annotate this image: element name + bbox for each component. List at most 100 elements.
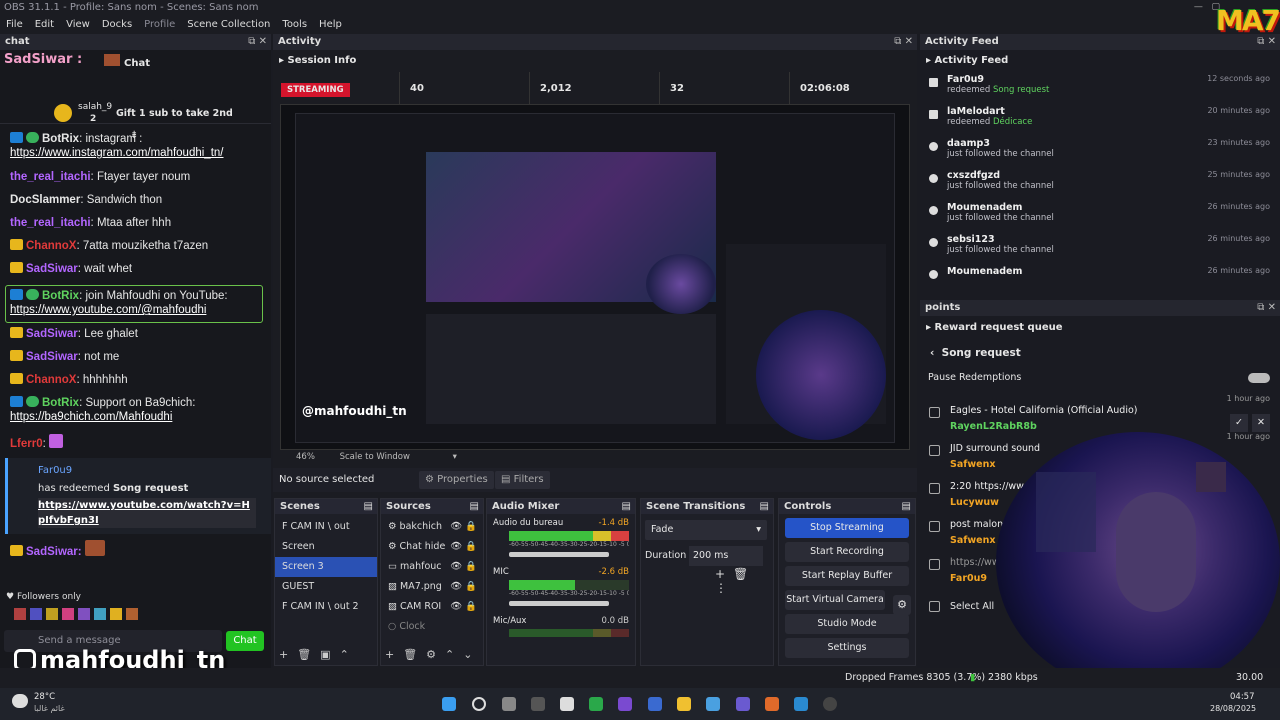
source-item[interactable]: ⚙ bakchich 👁 🔒 — [381, 517, 483, 537]
chat-link[interactable]: https://ba9chich.com/Mahfoudhi — [10, 411, 172, 423]
dock-float-close-icon[interactable]: ⧉ ✕ — [1257, 34, 1276, 50]
widgets-icon[interactable] — [531, 697, 545, 711]
feed-item: Moumenadem 26 minutes ago — [920, 264, 1280, 282]
scene-item[interactable]: F CAM IN \ out 2 — [275, 597, 377, 617]
taskview-icon[interactable] — [502, 697, 516, 711]
source-item[interactable]: ⚙ Chat hide 👁 🔒 — [381, 537, 483, 557]
dock-float-close-icon[interactable]: ⧉ ✕ — [1257, 300, 1276, 316]
request-checkbox[interactable] — [929, 407, 940, 418]
gear-icon[interactable]: ⚙ — [893, 595, 911, 615]
redeem-link[interactable]: https://www.youtube.com/watch?v=HpIfvbFg… — [38, 498, 256, 528]
chat-message: SadSiwar: Lee ghalet — [0, 327, 271, 350]
status-bar: Dropped Frames 8305 (3.7%) ▮ 2380 kbps 3… — [0, 668, 1280, 703]
menu-view[interactable]: View — [66, 16, 90, 34]
approve-icon[interactable]: ✓ — [1230, 414, 1248, 432]
scene-toolbar-icons[interactable]: +🗑▣⌃ — [279, 648, 358, 661]
chat-link[interactable]: https://www.youtube.com/@mahfoudhi — [10, 304, 206, 316]
heart-icon — [929, 142, 938, 151]
scene-item-selected[interactable]: Screen 3 — [275, 557, 377, 577]
source-item[interactable]: ▭ mahfouc 👁 🔒 — [381, 557, 483, 577]
volume-slider[interactable] — [509, 552, 609, 557]
nested-preview: @mahfoudhi_tn — [295, 113, 895, 443]
menu-file[interactable]: File — [6, 16, 23, 34]
scene-item[interactable]: F CAM IN \ out — [275, 517, 377, 537]
followers-stat: 2,012 — [529, 72, 659, 104]
menu-edit[interactable]: Edit — [35, 16, 54, 34]
chevron-down-icon[interactable]: ⇟ — [130, 130, 138, 141]
properties-button[interactable]: ⚙ Properties — [419, 471, 494, 489]
menu-tools[interactable]: Tools — [282, 16, 307, 34]
start-replay-buffer-button[interactable]: Start Replay Buffer — [785, 566, 909, 586]
edge-icon[interactable] — [794, 697, 808, 711]
bell-icon — [929, 78, 938, 87]
volume-slider[interactable] — [509, 601, 609, 606]
chat-link[interactable]: https://www.instagram.com/mahfoudhi_tn/ — [10, 147, 224, 159]
scene-transitions-dock: Scene Transitions ▤ Fade ▾ Duration 200 ms … — [640, 498, 774, 666]
menu-scene-collection[interactable]: Scene Collection — [187, 16, 270, 34]
weather-desc: غائم غالبا — [34, 704, 65, 713]
streaming-badge: STREAMING — [281, 83, 350, 97]
app-icon[interactable] — [706, 697, 720, 711]
source-item[interactable]: ▨ CAM ROI 👁 🔒 — [381, 597, 483, 617]
settings-button[interactable]: Settings — [785, 638, 909, 658]
start-virtual-camera-button[interactable]: Start Virtual Camera — [785, 590, 885, 610]
source-item[interactable]: ▨ MA7.png 👁 🔒 — [381, 577, 483, 597]
chat-message: the_real_itachi: Mtaa after hhh — [10, 217, 172, 229]
activity-dock-header: Activity ⧉ ✕ — [273, 34, 917, 50]
heart-icon — [929, 270, 938, 279]
app-icon[interactable] — [618, 697, 632, 711]
transition-select[interactable]: Fade ▾ — [645, 520, 767, 540]
sources-dock: Sources ▤ ⚙ bakchich 👁 🔒 ⚙ Chat hide 👁 🔒 … — [380, 498, 484, 666]
stop-streaming-button[interactable]: Stop Streaming — [785, 518, 909, 538]
studio-mode-button[interactable]: Studio Mode — [785, 614, 909, 634]
request-checkbox[interactable] — [929, 483, 940, 494]
dock-float-close-icon[interactable]: ⧉ ✕ — [248, 34, 267, 50]
menu-profile[interactable]: Profile — [144, 16, 175, 34]
request-checkbox[interactable] — [929, 521, 940, 532]
menu-help[interactable]: Help — [319, 16, 342, 34]
bell-icon — [929, 110, 938, 119]
chat-dock: chat ⧉ ✕ SadSiwar : Chat salah_9 2 Gift … — [0, 34, 271, 674]
request-checkbox[interactable] — [929, 559, 940, 570]
emote-icon — [104, 54, 120, 66]
duration-input[interactable]: 200 ms — [689, 546, 763, 566]
chat-message: SadSiwar: wait whet — [0, 262, 271, 285]
back-song-request[interactable]: ‹ Song request — [920, 340, 1280, 366]
menu-docks[interactable]: Docks — [102, 16, 132, 34]
folder-icon[interactable] — [677, 697, 691, 711]
stream-preview[interactable]: @mahfoudhi_tn — [280, 104, 910, 450]
search-icon[interactable] — [472, 697, 486, 711]
start-recording-button[interactable]: Start Recording — [785, 542, 909, 562]
uptime-stat: 02:06:08 — [789, 72, 909, 104]
feed-item: cxszdfgzd just followed the channel 25 min… — [920, 168, 1280, 200]
reject-icon[interactable]: ✕ — [1252, 414, 1270, 432]
chat-send-button[interactable]: Chat — [226, 631, 264, 651]
app-icon[interactable] — [560, 697, 574, 711]
zoom-value[interactable]: 46% — [296, 452, 315, 462]
start-icon[interactable] — [442, 697, 456, 711]
scenes-header: Scenes ▤ — [275, 499, 377, 514]
source-item[interactable]: ○ Clock — [381, 617, 483, 637]
source-toolbar: No source selected ⚙ Properties ▤ Filter… — [273, 468, 917, 492]
filters-button[interactable]: ▤ Filters — [495, 471, 550, 489]
pause-toggle[interactable] — [1248, 373, 1270, 383]
chat-message: the_real_itachi: Ftayer tayer noum — [10, 171, 191, 183]
transition-toolbar-icons[interactable]: +🗑⋮ — [715, 567, 773, 595]
app-icon[interactable] — [648, 697, 662, 711]
mixer-channel: Audio du bureau -1.4 dB — [493, 518, 629, 528]
viewers-stat: 40 — [399, 72, 529, 104]
dock-float-close-icon[interactable]: ⧉ ✕ — [894, 34, 913, 50]
chat-message: Lferr0: — [0, 434, 271, 458]
pinned-user: SadSiwar : — [4, 52, 83, 67]
scene-item[interactable]: Screen — [275, 537, 377, 557]
scene-item[interactable]: GUEST — [275, 577, 377, 597]
scale-select[interactable]: Scale to Window — [340, 452, 410, 462]
request-checkbox[interactable] — [929, 445, 940, 456]
dropped-frames: Dropped Frames 8305 (3.7%) — [845, 672, 986, 683]
browser-icon[interactable] — [765, 697, 779, 711]
discord-icon[interactable] — [736, 697, 750, 711]
source-toolbar-icons[interactable]: +🗑⚙⌃⌄ — [385, 648, 481, 661]
app-icon[interactable] — [589, 697, 603, 711]
bitrate: 2380 kbps — [988, 672, 1038, 683]
obs-icon[interactable] — [823, 697, 837, 711]
